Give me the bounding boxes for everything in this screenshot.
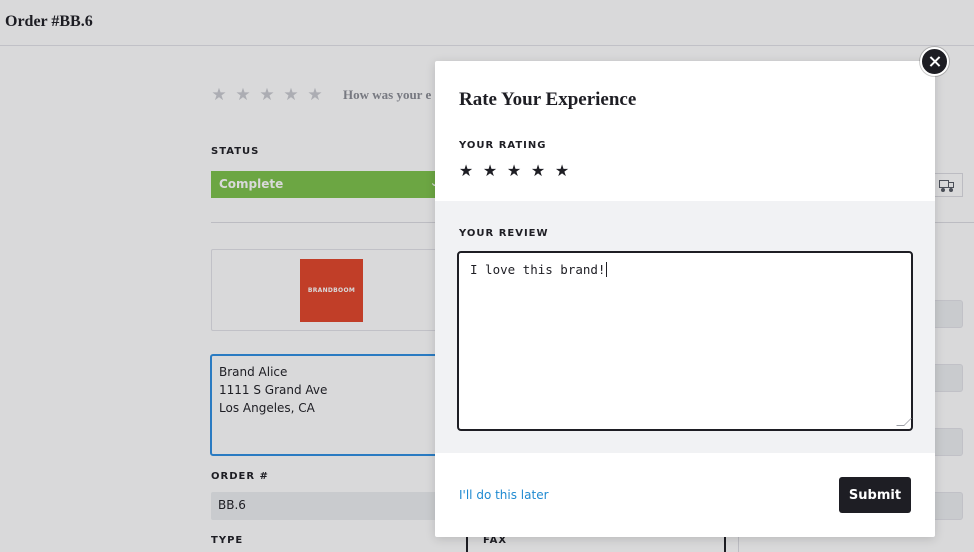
star-icon[interactable]: ★ [457, 163, 475, 180]
review-section: YOUR REVIEW I love this brand! [435, 201, 935, 453]
rating-label: YOUR RATING [459, 140, 547, 151]
text-cursor [606, 262, 608, 277]
star-icon[interactable]: ★ [529, 163, 547, 180]
review-textarea[interactable]: I love this brand! [457, 251, 913, 431]
star-icon[interactable]: ★ [505, 163, 523, 180]
rating-modal: Rate Your Experience YOUR RATING ★ ★ ★ ★… [435, 61, 935, 537]
modal-title: Rate Your Experience [459, 89, 637, 110]
review-text: I love this brand! [470, 262, 606, 277]
star-icon[interactable]: ★ [553, 163, 571, 180]
resize-handle[interactable] [896, 418, 912, 426]
close-icon [929, 56, 940, 67]
rating-stars[interactable]: ★ ★ ★ ★ ★ [457, 163, 571, 180]
submit-button[interactable]: Submit [839, 477, 911, 513]
star-icon[interactable]: ★ [481, 163, 499, 180]
do-later-link[interactable]: I'll do this later [459, 488, 549, 502]
review-label: YOUR REVIEW [459, 228, 549, 239]
close-button[interactable] [920, 47, 949, 76]
